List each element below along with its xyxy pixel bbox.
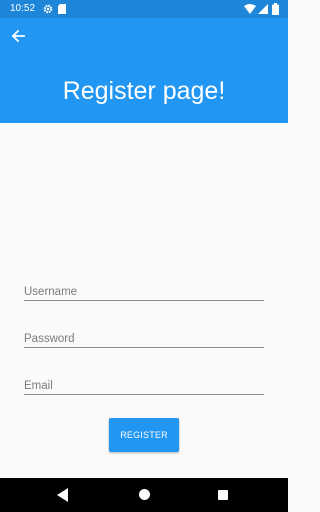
battery-icon <box>272 3 279 15</box>
username-input[interactable] <box>24 277 264 300</box>
status-bar: 10:52 <box>0 0 288 18</box>
page-title: Register page! <box>62 77 226 105</box>
settings-icon <box>43 4 53 14</box>
username-field[interactable] <box>24 277 264 301</box>
password-input[interactable] <box>24 324 264 347</box>
sd-card-icon <box>58 4 66 14</box>
app-bar: Register page! <box>0 18 288 123</box>
email-input[interactable] <box>24 371 264 394</box>
signal-icon <box>258 4 268 14</box>
back-button[interactable] <box>6 24 30 48</box>
register-button[interactable]: REGISTER <box>109 418 179 452</box>
nav-recents-icon[interactable] <box>218 490 228 500</box>
wifi-icon <box>244 4 256 14</box>
password-field[interactable] <box>24 324 264 348</box>
navigation-bar <box>0 478 288 512</box>
arrow-back-icon <box>11 29 25 43</box>
nav-home-icon[interactable] <box>139 489 150 500</box>
nav-back-icon[interactable] <box>57 488 69 502</box>
email-field[interactable] <box>24 371 264 395</box>
status-time: 10:52 <box>10 3 36 14</box>
